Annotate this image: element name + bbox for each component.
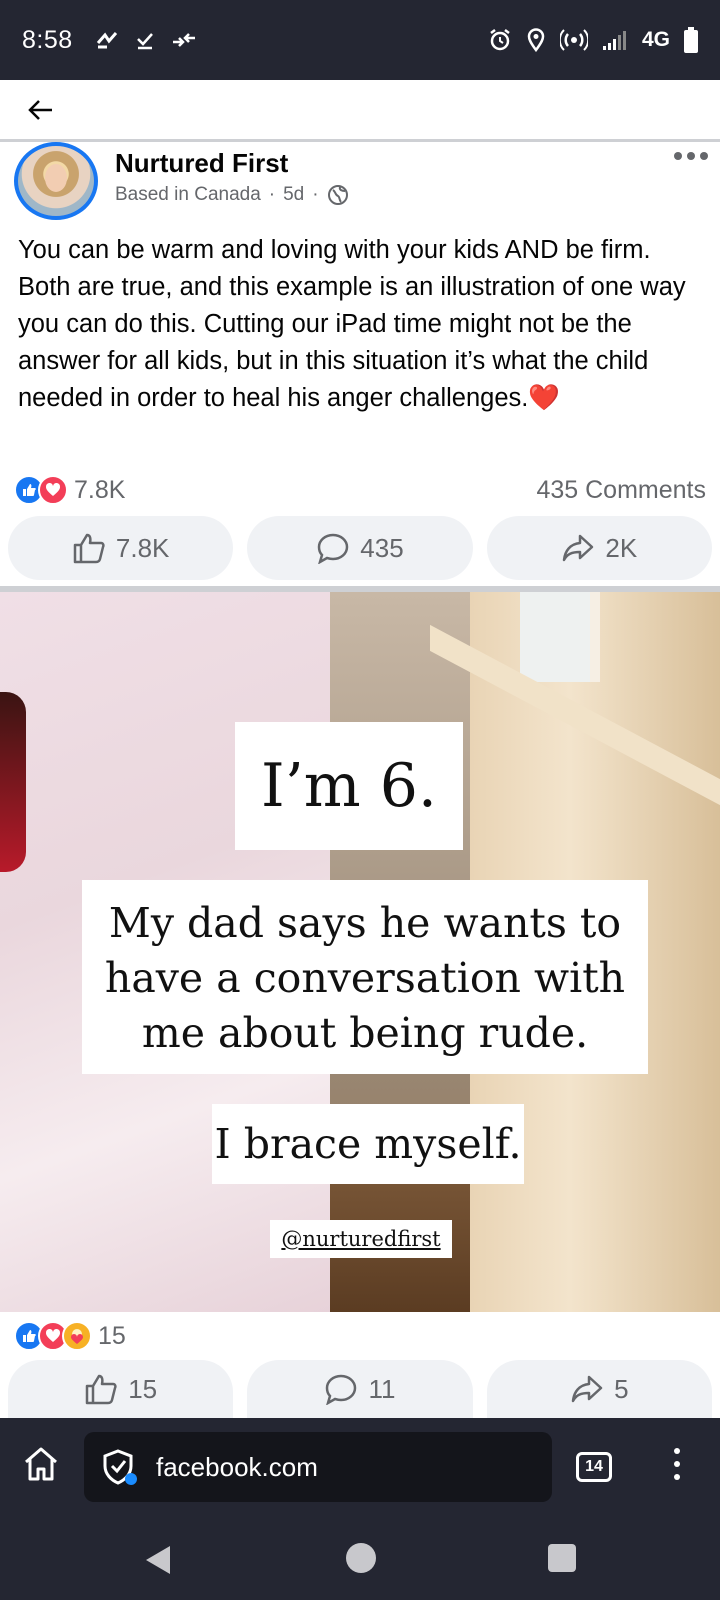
photo-caption-dad: My dad says he wants to have a conversat… xyxy=(82,880,648,1074)
reaction-count: 7.8K xyxy=(74,475,126,504)
like-count: 15 xyxy=(128,1373,158,1404)
signal-icon xyxy=(602,31,626,50)
meta-separator: · xyxy=(312,184,319,205)
data-transfer-icon xyxy=(172,33,195,47)
post-meta: Based in Canada · 5d · xyxy=(115,184,349,206)
system-nav-bar xyxy=(0,1514,720,1600)
post-age[interactable]: 5d xyxy=(283,184,304,206)
post-photo[interactable]: I’m 6. My dad says he wants to have a co… xyxy=(0,592,720,1312)
like-button[interactable]: 7.8K xyxy=(8,516,234,580)
secure-shield-icon xyxy=(103,1449,137,1485)
clock: 8:58 xyxy=(22,25,73,54)
sync-icon xyxy=(96,32,117,49)
nav-back-icon[interactable] xyxy=(146,1546,170,1574)
comment-icon xyxy=(326,1374,357,1405)
post-more-button[interactable] xyxy=(674,152,708,160)
share-button[interactable]: 2K xyxy=(486,516,712,580)
alarm-icon xyxy=(490,29,510,51)
back-arrow-icon[interactable] xyxy=(28,99,54,121)
share-button[interactable]: 5 xyxy=(486,1360,712,1418)
photo-reactions-summary[interactable]: 15 xyxy=(14,1316,706,1356)
url-text: facebook.com xyxy=(156,1451,318,1482)
share-icon xyxy=(571,1375,603,1403)
avatar[interactable] xyxy=(14,142,98,220)
comment-button[interactable]: 435 xyxy=(247,516,473,580)
hotspot-icon xyxy=(559,29,588,51)
share-icon xyxy=(563,534,594,562)
browser-toolbar: facebook.com 14 xyxy=(0,1418,720,1514)
status-bar: 8:58 4G xyxy=(0,0,720,80)
battery-icon xyxy=(684,27,698,53)
location-icon xyxy=(527,28,545,52)
home-icon[interactable] xyxy=(22,1446,60,1482)
post-body: You can be warm and loving with your kid… xyxy=(18,236,686,412)
post-header: Nurtured First Based in Canada · 5d · xyxy=(0,142,720,232)
photo-caption-handle: @nurturedfirst xyxy=(270,1220,452,1258)
comment-icon xyxy=(318,533,349,564)
like-button[interactable]: 15 xyxy=(8,1360,234,1418)
top-nav xyxy=(0,80,720,142)
meta-separator: · xyxy=(268,184,276,205)
network-type: 4G xyxy=(641,28,670,51)
photo-caption-brace: I brace myself. xyxy=(212,1104,524,1184)
post-actions: 7.8K 435 2K xyxy=(8,516,712,580)
address-bar[interactable]: facebook.com xyxy=(84,1432,552,1502)
comment-count: 435 xyxy=(360,532,404,563)
nav-home-icon[interactable] xyxy=(346,1543,376,1573)
like-count: 7.8K xyxy=(115,532,170,563)
share-count: 2K xyxy=(605,532,638,563)
photo-post-actions: 15 11 5 xyxy=(8,1360,712,1418)
photo-reaction-count: 15 xyxy=(98,1321,126,1350)
photo-caption-age: I’m 6. xyxy=(235,722,463,850)
nav-recents-icon[interactable] xyxy=(548,1544,576,1572)
care-reaction-icon xyxy=(62,1321,92,1351)
love-reaction-icon xyxy=(38,475,68,505)
globe-icon xyxy=(327,185,348,205)
comment-count: 11 xyxy=(368,1373,396,1404)
share-count: 5 xyxy=(614,1373,629,1404)
page-name[interactable]: Nurtured First xyxy=(115,148,288,179)
comment-button[interactable]: 11 xyxy=(247,1360,473,1418)
comments-count[interactable]: 435 Comments xyxy=(536,476,706,505)
thumbs-up-icon xyxy=(73,533,105,564)
reactions-summary[interactable]: 7.8K 435 Comments xyxy=(14,470,706,510)
browser-menu-button[interactable] xyxy=(674,1448,680,1480)
post-text: You can be warm and loving with your kid… xyxy=(18,232,708,417)
heart-emoji: ❤️ xyxy=(528,384,561,412)
download-done-icon xyxy=(136,33,153,50)
tabs-button[interactable]: 14 xyxy=(576,1452,612,1482)
post-location: Based in Canada xyxy=(115,184,261,205)
thumbs-up-icon xyxy=(85,1374,117,1405)
